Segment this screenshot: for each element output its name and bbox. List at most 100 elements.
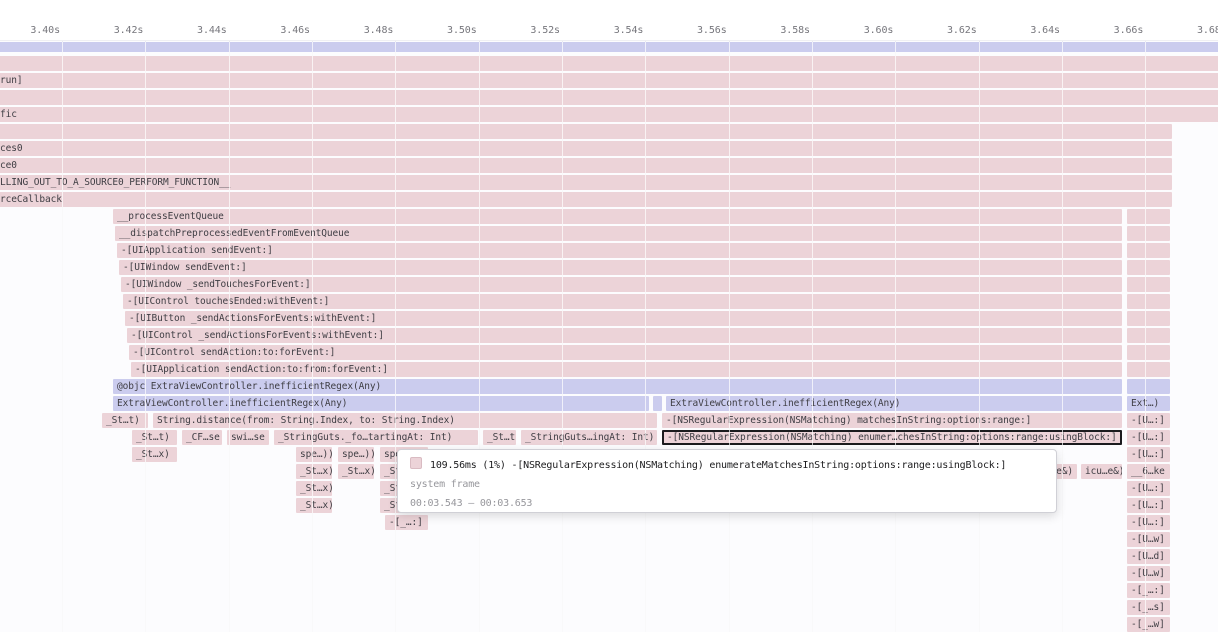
flame-box[interactable] xyxy=(0,42,1218,52)
gridline-overlay xyxy=(229,42,230,632)
ruler-tick-label: 3.66s xyxy=(1073,25,1143,36)
flame-box[interactable]: -[U…w] xyxy=(1127,566,1170,581)
flame-box[interactable]: -[U…:] xyxy=(1127,498,1170,513)
gridline-overlay xyxy=(395,42,396,632)
gridline-overlay xyxy=(812,42,813,632)
tooltip-frame-kind: system frame xyxy=(410,477,1044,493)
flame-box[interactable] xyxy=(0,124,1172,139)
flame-box[interactable]: -[UIApplication sendAction:to:from:forEv… xyxy=(131,362,1122,377)
flame-box[interactable]: -[UIWindow _sendTouchesForEvent:] xyxy=(121,277,1122,292)
gridline-overlay xyxy=(1145,42,1146,632)
tooltip-symbol: -[NSRegularExpression(NSMatching) enumer… xyxy=(512,460,1007,471)
flame-box[interactable] xyxy=(1127,226,1170,241)
flame-box[interactable]: -[_…s] xyxy=(1127,600,1170,615)
flame-box[interactable]: @objc ExtraViewController.inefficientReg… xyxy=(113,379,1122,394)
ruler-tick-label: 3.44s xyxy=(157,25,227,36)
gridline-overlay xyxy=(312,42,313,632)
flame-box[interactable] xyxy=(0,90,1218,105)
gridline-overlay xyxy=(562,42,563,632)
time-ruler[interactable]: 3.40s3.42s3.44s3.46s3.48s3.50s3.52s3.54s… xyxy=(0,0,1218,41)
flame-box[interactable]: __processEventQueue xyxy=(113,209,1122,224)
flame-box[interactable]: _St…x) xyxy=(132,447,177,462)
flame-box[interactable]: -[UIControl _sendActionsForEvents:withEv… xyxy=(127,328,1122,343)
flame-box[interactable]: -[U…w] xyxy=(1127,532,1170,547)
gridline-overlay xyxy=(729,42,730,632)
tooltip-title: 109.56ms (1%) -[NSRegularExpression(NSMa… xyxy=(410,457,1044,474)
ruler-tick-label: 3.42s xyxy=(73,25,143,36)
flame-box[interactable]: ce0 xyxy=(0,158,1172,173)
flame-box[interactable] xyxy=(1127,260,1170,275)
flame-box-selected[interactable]: -[NSRegularExpression(NSMatching) enumer… xyxy=(662,430,1122,445)
flame-box[interactable]: -[UIButton _sendActionsForEvents:withEve… xyxy=(125,311,1122,326)
flame-box[interactable] xyxy=(0,56,1218,71)
ruler-tick-label: 3.60s xyxy=(823,25,893,36)
flame-box[interactable] xyxy=(1127,243,1170,258)
flame-box[interactable]: __6…ke xyxy=(1127,464,1170,479)
gridline-overlay xyxy=(62,42,63,632)
ruler-tick-label: 3.56s xyxy=(657,25,727,36)
flame-box[interactable]: LLING_OUT_TO_A_SOURCE0_PERFORM_FUNCTION_… xyxy=(0,175,1172,190)
flame-box[interactable]: run] xyxy=(0,73,1218,88)
flame-box[interactable] xyxy=(1127,209,1170,224)
flame-box[interactable]: _StringGuts…ingAt: Int) xyxy=(521,430,657,445)
flame-box[interactable] xyxy=(1127,379,1170,394)
flame-box[interactable]: _St…t) xyxy=(483,430,516,445)
flame-box[interactable]: -[U…:] xyxy=(1127,481,1170,496)
ruler-tick-label: 3.62s xyxy=(907,25,977,36)
flame-box[interactable]: -[UIControl sendAction:to:forEvent:] xyxy=(129,345,1122,360)
tooltip: 109.56ms (1%) -[NSRegularExpression(NSMa… xyxy=(397,449,1057,513)
flame-box[interactable]: _St…t) xyxy=(132,430,177,445)
flame-box[interactable]: ces0 xyxy=(0,141,1172,156)
flame-box[interactable]: -[UIWindow sendEvent:] xyxy=(119,260,1122,275)
flame-box[interactable]: _St…x) xyxy=(338,464,374,479)
flame-box[interactable] xyxy=(1127,277,1170,292)
flame-box[interactable]: ExtraViewController.inefficientRegex(Any… xyxy=(113,396,649,411)
flame-box[interactable] xyxy=(1127,362,1170,377)
flame-box[interactable]: spe…)) xyxy=(296,447,332,462)
flame-box[interactable] xyxy=(1127,345,1170,360)
gridline-overlay xyxy=(645,42,646,632)
tooltip-time-range: 00:03.543 — 00:03.653 xyxy=(410,496,1044,512)
ruler-tick-label: 3.50s xyxy=(407,25,477,36)
ruler-tick-label: 3.52s xyxy=(490,25,560,36)
flame-box[interactable]: -[UIApplication sendEvent:] xyxy=(117,243,1122,258)
flame-box[interactable]: rceCallback xyxy=(0,192,1172,207)
flame-box[interactable] xyxy=(1127,328,1170,343)
flame-box[interactable]: _CF…se xyxy=(182,430,222,445)
flame-box[interactable]: icu…e&) xyxy=(1081,464,1122,479)
flame-box[interactable] xyxy=(653,396,662,411)
flame-box[interactable]: __dispatchPreprocessedEventFromEventQueu… xyxy=(115,226,1122,241)
flame-box[interactable]: fic xyxy=(0,107,1218,122)
flame-box[interactable]: -[NSRegularExpression(NSMatching) matche… xyxy=(662,413,1122,428)
flame-box[interactable]: -[U…:] xyxy=(1127,430,1170,445)
flame-box[interactable]: ExtraViewController.inefficientRegex(Any… xyxy=(666,396,1122,411)
flame-box[interactable] xyxy=(1127,294,1170,309)
ruler-tick-label: 3.58s xyxy=(740,25,810,36)
flame-box[interactable]: -[_…w] xyxy=(1127,617,1170,632)
flame-box[interactable]: -[_…:] xyxy=(1127,583,1170,598)
flame-box[interactable]: _StringGuts._fo…tartingAt: Int) xyxy=(274,430,478,445)
flame-box[interactable]: -[U…d] xyxy=(1127,549,1170,564)
frame-color-swatch-icon xyxy=(410,457,422,469)
flame-box[interactable]: _St…x) xyxy=(296,464,332,479)
flame-graph-canvas[interactable]: 3.40s3.42s3.44s3.46s3.48s3.50s3.52s3.54s… xyxy=(0,0,1218,632)
tooltip-duration: 109.56ms (1%) xyxy=(430,460,506,471)
gridline-overlay xyxy=(979,42,980,632)
flame-box[interactable]: -[U…:] xyxy=(1127,447,1170,462)
ruler-tick-label: 3.48s xyxy=(323,25,393,36)
flame-box[interactable]: _St…t) xyxy=(102,413,148,428)
flame-box[interactable]: -[_…:] xyxy=(385,515,428,530)
flame-box[interactable]: _St…x) xyxy=(296,481,332,496)
flame-box[interactable] xyxy=(1127,311,1170,326)
flame-box[interactable]: -[UIControl touchesEnded:withEvent:] xyxy=(123,294,1122,309)
gridline-overlay xyxy=(1062,42,1063,632)
flame-box[interactable]: Ext…) xyxy=(1127,396,1170,411)
flame-box[interactable]: swi…se xyxy=(227,430,269,445)
flame-box[interactable]: _St…x) xyxy=(296,498,332,513)
flame-box[interactable]: -[U…:] xyxy=(1127,515,1170,530)
gridline-overlay xyxy=(479,42,480,632)
ruler-tick-label: 3.64s xyxy=(990,25,1060,36)
flame-box[interactable]: spe…)) xyxy=(338,447,374,462)
ruler-tick-label: 3.68s xyxy=(1157,25,1218,36)
flame-box[interactable]: -[U…:] xyxy=(1127,413,1170,428)
